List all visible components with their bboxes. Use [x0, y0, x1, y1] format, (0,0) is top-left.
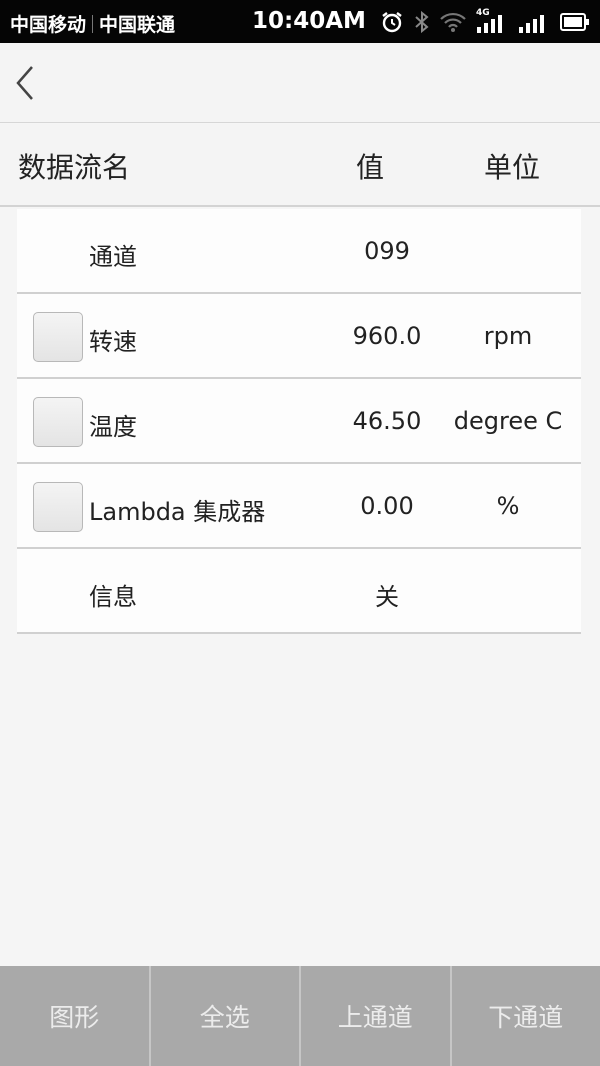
clock: 10:40AM	[252, 8, 366, 34]
graph-button[interactable]: 图形	[0, 966, 151, 1066]
table-row: 信息 关	[17, 549, 581, 634]
row-checkbox[interactable]	[33, 312, 83, 362]
app-bar	[0, 43, 600, 123]
table-header: 数据流名 值 单位	[0, 124, 600, 207]
row-checkbox[interactable]	[33, 482, 83, 532]
status-bar: 中国移动 中国联通 10:40AM 4G	[0, 0, 600, 43]
carrier-2: 中国联通	[99, 14, 176, 36]
carrier-1: 中国移动	[10, 14, 87, 36]
status-icons: 4G	[380, 8, 590, 36]
row-checkbox[interactable]	[33, 397, 83, 447]
row-name: Lambda 集成器	[89, 498, 266, 526]
battery-icon	[560, 13, 589, 31]
data-stream-list: 通道 099 转速 960.0 rpm 温度 46.50 degree C La…	[17, 209, 581, 634]
bottom-toolbar: 图形 全选 上通道 下通道	[0, 966, 600, 1066]
header-value: 值	[356, 151, 385, 184]
signal-4g: 4G	[476, 8, 508, 34]
next-channel-button[interactable]: 下通道	[452, 966, 600, 1066]
row-unit: rpm	[483, 322, 533, 350]
prev-channel-button[interactable]: 上通道	[301, 966, 452, 1066]
table-row: Lambda 集成器 0.00 %	[17, 464, 581, 549]
row-name: 温度	[89, 413, 137, 441]
back-button[interactable]	[12, 63, 42, 103]
bluetooth-icon	[415, 10, 429, 34]
signal-icon	[519, 15, 544, 33]
row-value: 099	[364, 237, 410, 265]
row-name: 转速	[89, 328, 137, 356]
table-row: 温度 46.50 degree C	[17, 379, 581, 464]
table-row: 通道 099	[17, 209, 581, 294]
row-value: 关	[375, 583, 399, 611]
row-name: 通道	[89, 243, 137, 271]
row-name: 信息	[89, 583, 137, 611]
row-unit: %	[496, 492, 520, 520]
row-value: 46.50	[352, 407, 422, 435]
table-row: 转速 960.0 rpm	[17, 294, 581, 379]
carrier-divider	[92, 15, 94, 33]
wifi-icon	[440, 12, 466, 32]
row-value: 960.0	[352, 322, 422, 350]
row-value: 0.00	[360, 492, 414, 520]
carrier-labels: 中国移动 中国联通	[10, 10, 175, 37]
header-name: 数据流名	[18, 151, 131, 184]
header-unit: 单位	[484, 151, 541, 184]
back-chevron-icon	[16, 66, 33, 100]
alarm-icon	[382, 12, 402, 33]
select-all-button[interactable]: 全选	[151, 966, 301, 1066]
row-unit: degree C	[453, 407, 563, 435]
signal-icon	[477, 15, 502, 33]
